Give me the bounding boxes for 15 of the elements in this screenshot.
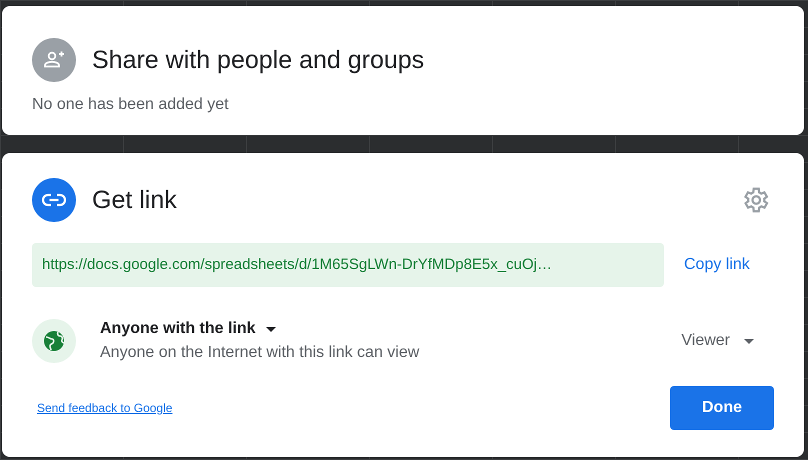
- caret-icon: [266, 326, 276, 332]
- copy-link-button[interactable]: Copy link: [674, 248, 760, 282]
- empty-message: No one has been added yet: [32, 96, 230, 114]
- card-title: Share with people and groups: [92, 46, 424, 74]
- card-title: Get link: [92, 186, 178, 214]
- link-field[interactable]: https://docs.google.com/spreadsheets/d/1M65SgLWn-DrYfMDp8E5x_cuOj…: [32, 243, 664, 287]
- done-button[interactable]: Done: [670, 386, 774, 430]
- caret-icon: [744, 338, 754, 344]
- access-dropdown[interactable]: Anyone with the link: [100, 320, 276, 338]
- feedback-link[interactable]: Send feedback to Google: [37, 401, 172, 415]
- role-dropdown[interactable]: Viewer: [681, 332, 754, 350]
- globe-icon: [32, 319, 76, 363]
- access-description: Anyone on the Internet with this link can view: [100, 344, 420, 362]
- add-person-icon: [32, 38, 76, 82]
- link-icon: [32, 178, 76, 222]
